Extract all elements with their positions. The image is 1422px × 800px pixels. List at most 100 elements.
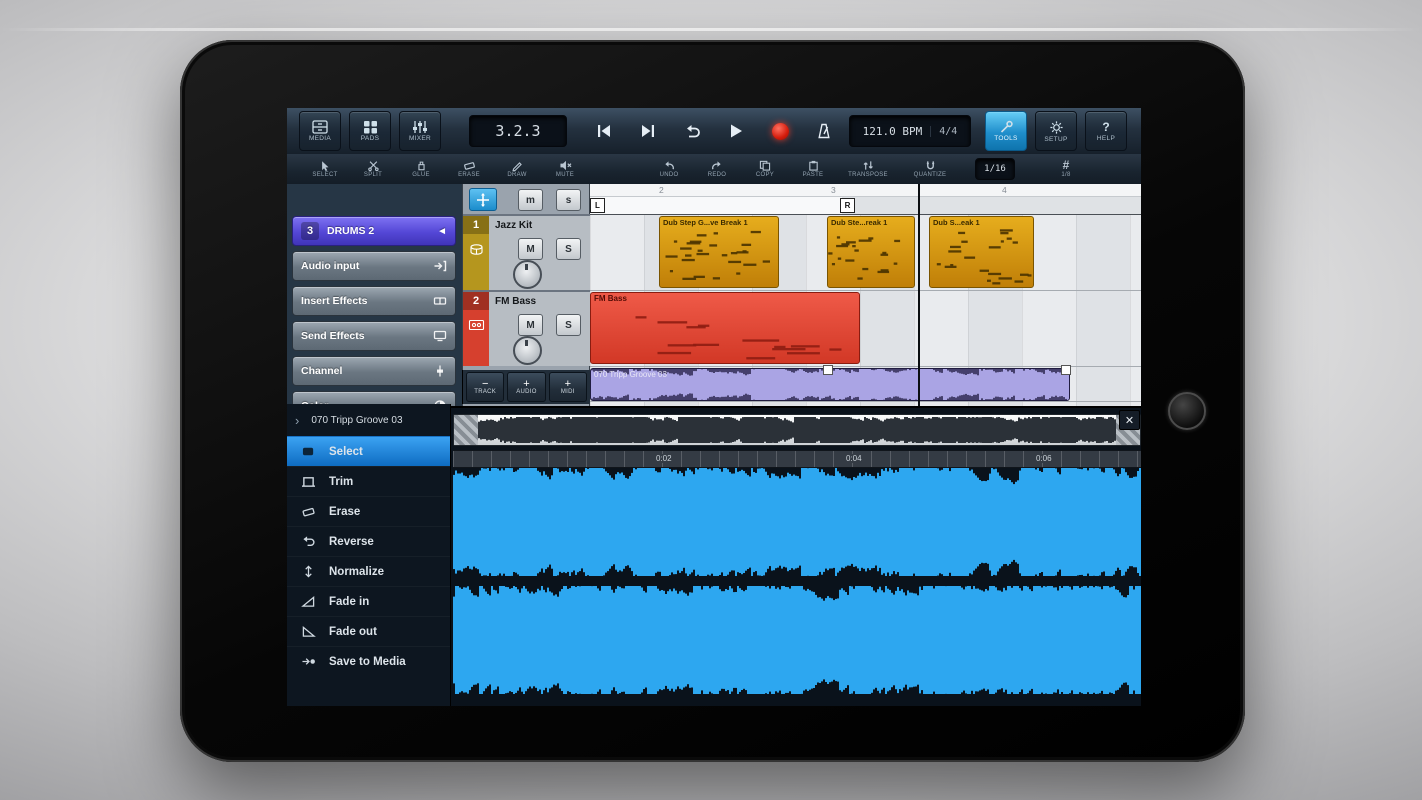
global-track-row: m s (463, 188, 591, 212)
cassette-icon (463, 318, 489, 332)
tool-menu-item-save-to-media[interactable]: Save to Media (287, 646, 450, 676)
media-button[interactable]: MEDIA (299, 111, 341, 151)
pads-button[interactable]: PADS (349, 111, 391, 151)
track-header-jazz-kit[interactable]: 1 Jazz Kit M S (463, 214, 591, 290)
normalize-icon (300, 564, 317, 580)
playhead (918, 184, 920, 406)
front-camera (1168, 392, 1206, 430)
clip-handle[interactable] (823, 365, 833, 375)
time-signature: 4/4 (930, 125, 957, 137)
audio-input-icon (433, 259, 447, 273)
add-midi-track-button[interactable]: + MIDI (548, 372, 587, 402)
background: MEDIA PADS MIXER 3.2.3 121.0 BPM 4/4 TOO… (0, 0, 1422, 800)
track1-pan-knob[interactable] (513, 260, 542, 289)
draw-tool-button[interactable]: DRAW (493, 156, 541, 182)
tools-label: TOOLS (994, 135, 1018, 142)
tool-menu-item-select[interactable]: Select (287, 436, 450, 466)
measure-ruler[interactable]: 2 3 4 (590, 184, 1141, 197)
collapse-arrow-icon: ◄ (437, 225, 447, 237)
skip-back-button[interactable] (589, 118, 619, 144)
waveform-channel-left[interactable] (453, 468, 1141, 576)
tool-menu-item-fade-out[interactable]: Fade out (287, 616, 450, 646)
tools-button[interactable]: TOOLS (985, 111, 1027, 151)
metronome-button[interactable] (809, 118, 839, 144)
overview-left-handle[interactable] (454, 415, 478, 445)
track-header-fm-bass[interactable]: 2 FM Bass M S (463, 290, 591, 366)
select-tool-button[interactable]: SELECT (301, 156, 349, 182)
midi-clip-dubstep-1[interactable]: Dub Step G...ve Break 1 (659, 216, 779, 288)
clip-handle[interactable] (1061, 365, 1071, 375)
transpose-button[interactable]: TRANSPOSE (837, 156, 899, 182)
left-locator-flag[interactable]: L (590, 198, 605, 213)
play-button[interactable] (721, 118, 751, 144)
track-select-button[interactable]: 3 DRUMS 2 ◄ (292, 216, 456, 246)
help-button[interactable]: ? HELP (1085, 111, 1127, 151)
quantize-button[interactable]: QUANTIZE (899, 156, 961, 182)
midi-clip-dubstep-2[interactable]: Dub Ste...reak 1 (827, 216, 915, 288)
insert-effects-button[interactable]: Insert Effects (292, 286, 456, 316)
pads-icon (363, 120, 378, 134)
audio-tool-menu: › 070 Tripp Groove 03 Select Trim Erase … (287, 404, 451, 706)
skip-forward-button[interactable] (633, 118, 663, 144)
erase-tool-button[interactable]: ERASE (445, 156, 493, 182)
toolbar-right-group: TOOLS SETUP ? HELP (977, 111, 1127, 151)
add-audio-track-button[interactable]: + AUDIO (507, 372, 546, 402)
undo-button[interactable]: UNDO (645, 156, 693, 182)
paste-button[interactable]: PASTE (789, 156, 837, 182)
track1-number: 1 (463, 216, 489, 234)
arrange-area[interactable]: 2 3 4 L R Dub Step G...ve Break 1 Dub St… (590, 184, 1141, 406)
mixer-icon (412, 120, 428, 134)
right-locator-flag[interactable]: R (840, 198, 855, 213)
mixer-label: MIXER (408, 135, 432, 142)
loop-region (590, 197, 842, 214)
question-icon: ? (1102, 120, 1110, 134)
editor-time-ruler[interactable]: 0:02 0:04 0:06 (453, 450, 1141, 468)
global-solo-button[interactable]: s (556, 189, 581, 211)
track2-mute-button[interactable]: M (518, 314, 543, 336)
send-effects-button[interactable]: Send Effects (292, 321, 456, 351)
mixer-button[interactable]: MIXER (399, 111, 441, 151)
glue-icon (416, 160, 427, 171)
locator-ruler[interactable]: L R (590, 197, 1141, 215)
song-position-display[interactable]: 3.2.3 (469, 115, 567, 147)
global-mute-button[interactable]: m (518, 189, 543, 211)
tool-menu-item-fade-in[interactable]: Fade in (287, 586, 450, 616)
track2-pan-knob[interactable] (513, 336, 542, 365)
tool-menu-item-erase[interactable]: Erase (287, 496, 450, 526)
redo-button[interactable]: REDO (693, 156, 741, 182)
midi-clip-fm-bass[interactable]: FM Bass (590, 292, 860, 364)
track2-name: FM Bass (495, 296, 537, 307)
snap-grid-button[interactable]: # 1/8 (1045, 156, 1087, 182)
audio-input-button[interactable]: Audio input (292, 251, 456, 281)
minus-icon: − (481, 378, 489, 390)
plus-icon: + (564, 378, 572, 390)
channel-fader-icon (433, 364, 447, 378)
chevron-right-icon[interactable]: › (295, 413, 299, 428)
tool-menu-item-normalize[interactable]: Normalize (287, 556, 450, 586)
close-editor-button[interactable]: ✕ (1119, 410, 1140, 430)
channel-button[interactable]: Channel (292, 356, 456, 386)
split-tool-button[interactable]: SPLIT (349, 156, 397, 182)
help-label: HELP (1096, 135, 1116, 142)
transport-toolbar: MEDIA PADS MIXER 3.2.3 121.0 BPM 4/4 TOO… (287, 108, 1141, 155)
setup-button[interactable]: SETUP (1035, 111, 1077, 151)
tool-menu-item-reverse[interactable]: Reverse (287, 526, 450, 556)
record-button[interactable] (765, 118, 795, 144)
midi-clip-dubstep-3[interactable]: Dub S...eak 1 (929, 216, 1034, 288)
waveform-overview[interactable] (453, 414, 1141, 446)
track2-solo-button[interactable]: S (556, 314, 581, 336)
remove-track-button[interactable]: − TRACK (466, 372, 505, 402)
cycle-loop-button[interactable] (677, 118, 707, 144)
gear-icon (1049, 120, 1064, 135)
waveform-channel-right[interactable] (453, 586, 1141, 694)
mute-tool-button[interactable]: MUTE (541, 156, 589, 182)
track1-mute-button[interactable]: M (518, 238, 543, 260)
grid-value-display[interactable]: 1/16 (975, 158, 1015, 180)
tempo-display[interactable]: 121.0 BPM 4/4 (849, 115, 971, 147)
copy-button[interactable]: COPY (741, 156, 789, 182)
glue-tool-button[interactable]: GLUE (397, 156, 445, 182)
track1-solo-button[interactable]: S (556, 238, 581, 260)
bpm-value: 121.0 BPM (862, 124, 923, 138)
track-overview-button[interactable] (469, 188, 497, 211)
tool-menu-item-trim[interactable]: Trim (287, 466, 450, 496)
